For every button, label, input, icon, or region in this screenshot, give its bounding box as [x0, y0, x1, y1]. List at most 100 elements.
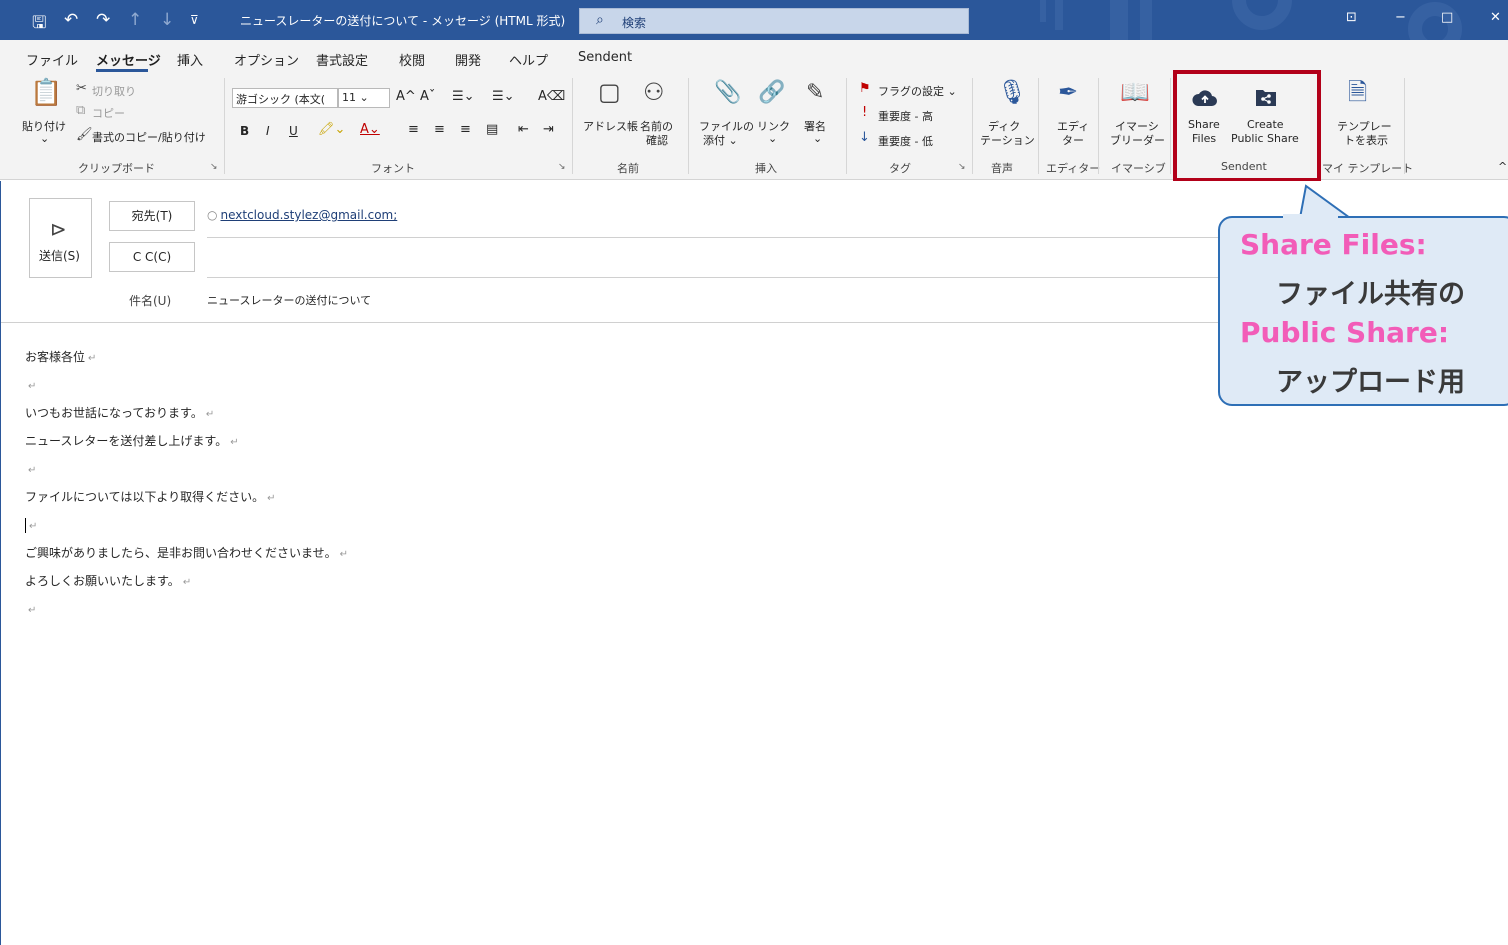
highlight-color-icon[interactable]: 🖍⌄ [318, 122, 345, 137]
send-icon: ⊳ [50, 217, 67, 241]
ribbon-separator [688, 78, 689, 174]
group-label-clipboard: クリップボード [78, 162, 155, 175]
high-importance-label: 重要度 - 高 [878, 110, 933, 123]
body-line: ニュースレターを送付差し上げます。 ↵ [25, 434, 239, 448]
group-label-templates: マイ テンプレート [1322, 162, 1414, 175]
copy-label: コピー [92, 107, 125, 120]
bold-button[interactable]: B [240, 124, 249, 138]
exclamation-icon: ! [862, 105, 868, 120]
search-icon: ⌕ [596, 12, 604, 28]
low-importance-label: 重要度 - 低 [878, 135, 933, 148]
maximize-icon[interactable]: □ [1441, 10, 1453, 25]
titlebar-decoration [1110, 0, 1128, 40]
numbering-icon[interactable]: ☰⌄ [492, 89, 515, 104]
group-label-tags: タグ [889, 162, 911, 175]
group-label-font: フォント [371, 162, 415, 175]
bullets-icon[interactable]: ☰⌄ [452, 89, 475, 104]
ribbon-separator [1170, 78, 1171, 174]
callout-public-share-desc: アップロード用 [1276, 367, 1465, 398]
align-right-icon[interactable]: ≡ [460, 122, 471, 137]
address-book-label: アドレス帳 [583, 120, 638, 133]
increase-indent-icon[interactable]: ⇥ [543, 122, 554, 137]
group-label-editor: エディター [1046, 162, 1101, 175]
body-line: ↵ [28, 465, 37, 476]
minimize-icon[interactable]: − [1395, 10, 1406, 25]
font-size-value: 11 [342, 91, 356, 104]
body-line: よろしくお願いいたします。 ↵ [25, 574, 192, 588]
titlebar-decoration [1040, 0, 1046, 22]
ribbon-separator [572, 78, 573, 174]
subject-label: 件名(U) [129, 294, 172, 308]
body-line: ↵ [25, 512, 348, 540]
ribbon-separator [224, 78, 225, 174]
to-field[interactable]: ○ nextcloud.stylez@gmail.com; [207, 208, 397, 222]
recipient-address[interactable]: nextcloud.stylez@gmail.com; [220, 208, 397, 222]
address-book-icon: ▢ [598, 78, 621, 106]
ribbon-separator [1038, 78, 1039, 174]
subject-field[interactable]: ニュースレーターの送付について [207, 292, 371, 308]
view-templates-label-2: トを表示 [1344, 134, 1388, 147]
cc-button[interactable]: C C(C) [109, 242, 195, 272]
next-item-icon[interactable]: ↓ [160, 10, 174, 30]
body-line: ご興味がありましたら、是非お問い合わせくださいませ。 ↵ [25, 546, 349, 560]
body-line: ↵ [28, 605, 37, 616]
follow-up-flag-label: フラグの設定 ⌄ [878, 85, 957, 98]
message-body[interactable]: お客様各位 ↵ ↵ いつもお世話になっております。 ↵ ニュースレターを送付差し上げ… [25, 344, 348, 624]
tab-sendent[interactable]: Sendent [578, 50, 632, 65]
group-label-voice: 音声 [991, 162, 1013, 175]
decrease-indent-icon[interactable]: ⇤ [518, 122, 529, 137]
cc-field[interactable] [207, 243, 1207, 273]
font-color-icon[interactable]: A⌄ [360, 122, 380, 137]
template-icon: 🗎 [1348, 78, 1368, 106]
dictate-label-2: テーション [980, 134, 1035, 147]
titlebar-decoration [1140, 0, 1152, 40]
shrink-font-button[interactable]: Aˇ [420, 89, 435, 104]
attach-file-label-2: 添付 ⌄ [703, 134, 738, 147]
search-input[interactable]: ⌕ 検索 [579, 8, 969, 34]
redo-icon[interactable]: ↷ [96, 10, 110, 30]
to-button[interactable]: 宛先(T) [109, 201, 195, 231]
undo-icon[interactable]: ↶ [64, 10, 78, 30]
tab-message[interactable]: メッセージ [96, 50, 161, 69]
ribbon-separator [846, 78, 847, 174]
body-line: ↵ [28, 381, 37, 392]
align-center-icon[interactable]: ≡ [434, 122, 445, 137]
callout-share-files-desc: ファイル共有の [1276, 279, 1465, 310]
format-painter-icon: 🖌 [76, 127, 93, 142]
tags-dialog-launcher-icon[interactable]: ↘ [958, 162, 966, 172]
tab-format-text[interactable]: 書式設定 [316, 50, 368, 69]
clipboard-dialog-launcher-icon[interactable]: ↘ [210, 162, 218, 172]
font-dialog-launcher-icon[interactable]: ↘ [558, 162, 566, 172]
tab-developer[interactable]: 開発 [455, 50, 481, 69]
body-line: お客様各位 ↵ [25, 350, 97, 364]
customize-qat-icon[interactable]: ⊽ [190, 13, 199, 27]
collapse-ribbon-icon[interactable]: ^ [1498, 160, 1507, 173]
scissors-icon: ✂ [76, 81, 87, 96]
paste-icon: 📋 [30, 78, 63, 108]
tab-options[interactable]: オプション [234, 50, 299, 69]
group-label-insert: 挿入 [755, 162, 777, 175]
grow-font-button[interactable]: A^ [396, 89, 416, 104]
search-placeholder: 検索 [622, 16, 647, 30]
tab-insert[interactable]: 挿入 [177, 50, 203, 69]
tab-file[interactable]: ファイル [26, 50, 78, 69]
tab-help[interactable]: ヘルプ [509, 50, 548, 69]
italic-button[interactable]: I [266, 124, 270, 138]
flag-icon: ⚑ [859, 81, 871, 96]
ribbon-display-options-icon[interactable]: ⊡ [1346, 10, 1357, 25]
font-name-select[interactable]: 游ゴシック (本文( [232, 88, 338, 108]
close-icon[interactable]: ✕ [1490, 10, 1501, 25]
tab-review[interactable]: 校閲 [399, 50, 425, 69]
underline-button[interactable]: U [289, 124, 298, 138]
to-button-label: 宛先(T) [131, 209, 173, 223]
callout-box: Share Files: ファイル共有の Public Share: アップロー… [1218, 216, 1508, 406]
align-left-icon[interactable]: ≡ [408, 122, 419, 137]
send-button[interactable]: ⊳ 送信(S) [29, 198, 92, 278]
save-icon[interactable]: 🖫 [32, 10, 46, 39]
previous-item-icon[interactable]: ↑ [128, 10, 142, 30]
immersive-reader-icon: 📖 [1120, 78, 1150, 106]
justify-icon[interactable]: ▤ [486, 122, 498, 137]
font-size-select[interactable]: 11 ⌄ [338, 88, 390, 108]
clear-formatting-icon[interactable]: A⌫ [538, 89, 565, 104]
group-label-names: 名前 [617, 162, 639, 175]
